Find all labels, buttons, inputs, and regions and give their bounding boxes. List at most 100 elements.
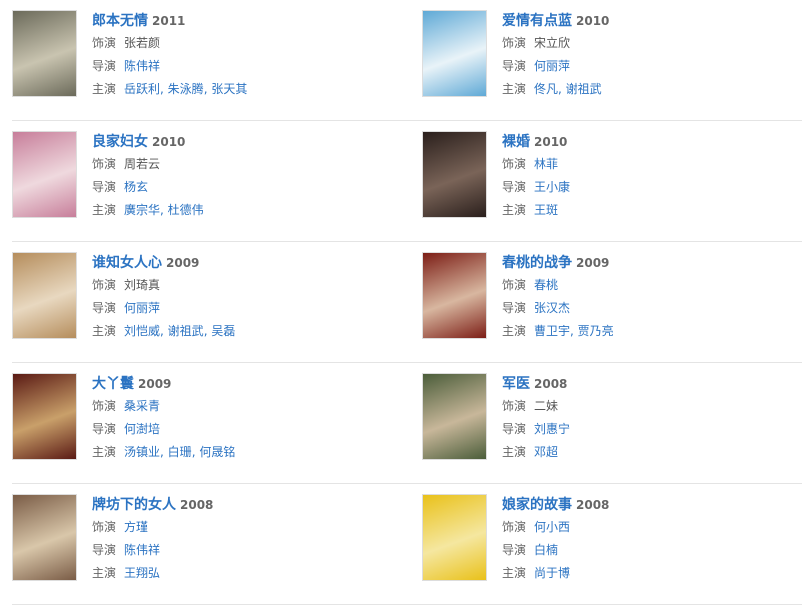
cast-member-link[interactable]: 白珊 [168, 445, 192, 459]
cast-member-link[interactable]: 汤镇业 [124, 445, 160, 459]
drama-info: 谁知女人心 2009 饰演 刘琦真 导演 何丽萍 主演 刘恺威, 谢祖武, 吴磊 [92, 252, 235, 343]
role-label: 饰演 [92, 399, 117, 413]
cast-member-link[interactable]: 杜德伟 [168, 203, 204, 217]
cast-member-link[interactable]: 何晟铭 [199, 445, 235, 459]
poster-image[interactable] [422, 252, 487, 339]
poster-image[interactable] [422, 494, 487, 581]
title-line: 谁知女人心 2009 [92, 252, 235, 274]
cast-member-link[interactable]: 邓超 [534, 445, 558, 459]
cast-member-link[interactable]: 岳跃利 [124, 82, 160, 96]
role-value[interactable]: 春桃 [534, 278, 558, 292]
director-line: 导演 陈伟祥 [92, 55, 247, 78]
cast-member-link[interactable]: 佟凡 [534, 82, 558, 96]
poster-image[interactable] [422, 131, 487, 218]
drama-year: 2010 [152, 135, 186, 149]
role-value[interactable]: 方瑾 [124, 520, 148, 534]
director-label: 导演 [92, 301, 117, 315]
cast-label: 主演 [92, 82, 117, 96]
role-label: 饰演 [502, 399, 527, 413]
role-value[interactable]: 林菲 [534, 157, 558, 171]
drama-title-link[interactable]: 谁知女人心 [92, 255, 162, 271]
role-value[interactable]: 何小西 [534, 520, 570, 534]
cast-member-link[interactable]: 谢祖武 [168, 324, 204, 338]
cast-member-link[interactable]: 贾乃亮 [578, 324, 614, 338]
cast-label: 主演 [502, 203, 527, 217]
director-link[interactable]: 何丽萍 [124, 301, 160, 315]
director-line: 导演 张汉杰 [502, 297, 614, 320]
list-row: 谁知女人心 2009 饰演 刘琦真 导演 何丽萍 主演 刘恺威, 谢祖武, 吴磊 春桃的战争 20… [12, 242, 802, 363]
cast-member-link[interactable]: 吴磊 [211, 324, 235, 338]
director-link[interactable]: 陈伟祥 [124, 543, 160, 557]
director-link[interactable]: 张汉杰 [534, 301, 570, 315]
director-link[interactable]: 杨玄 [124, 180, 148, 194]
drama-title-link[interactable]: 郎本无情 [92, 13, 148, 29]
poster-image[interactable] [422, 10, 487, 97]
drama-info: 大丫鬟 2009 饰演 桑采青 导演 何澍培 主演 汤镇业, 白珊, 何晟铭 [92, 373, 235, 464]
drama-title-link[interactable]: 春桃的战争 [502, 255, 572, 271]
drama-card: 爱情有点蓝 2010 饰演 宋立欣 导演 何丽萍 主演 佟凡, 谢祖武 [422, 0, 792, 121]
cast-line: 主演 邓超 [502, 441, 570, 464]
role-label: 饰演 [92, 157, 117, 171]
cast-member-link[interactable]: 王斑 [534, 203, 558, 217]
role-line: 饰演 刘琦真 [92, 274, 235, 297]
director-label: 导演 [502, 180, 527, 194]
cast-member-link[interactable]: 谢祖武 [566, 82, 602, 96]
role-line: 饰演 林菲 [502, 153, 570, 176]
drama-title-link[interactable]: 大丫鬟 [92, 376, 134, 392]
drama-title-link[interactable]: 牌坊下的女人 [92, 497, 176, 513]
cast-separator: , [160, 324, 168, 338]
drama-title-link[interactable]: 军医 [502, 376, 530, 392]
director-label: 导演 [502, 422, 527, 436]
cast-member-link[interactable]: 朱泳腾 [168, 82, 204, 96]
director-line: 导演 何丽萍 [502, 55, 609, 78]
drama-title-link[interactable]: 娘家的故事 [502, 497, 572, 513]
role-value: 周若云 [124, 157, 161, 171]
poster-image[interactable] [12, 10, 77, 97]
director-label: 导演 [502, 301, 527, 315]
cast-label: 主演 [502, 445, 527, 459]
director-link[interactable]: 刘惠宁 [534, 422, 570, 436]
role-line: 饰演 周若云 [92, 153, 204, 176]
role-value[interactable]: 桑采青 [124, 399, 160, 413]
role-line: 饰演 张若颜 [92, 32, 247, 55]
drama-title-link[interactable]: 良家妇女 [92, 134, 148, 150]
title-line: 郎本无情 2011 [92, 10, 247, 32]
cast-line: 主演 曹卫宇, 贾乃亮 [502, 320, 614, 343]
poster-image[interactable] [12, 373, 77, 460]
poster-image[interactable] [422, 373, 487, 460]
drama-info: 春桃的战争 2009 饰演 春桃 导演 张汉杰 主演 曹卫宇, 贾乃亮 [502, 252, 614, 343]
cast-member-link[interactable]: 曹卫宇 [534, 324, 570, 338]
director-label: 导演 [502, 543, 527, 557]
role-value: 二妹 [534, 399, 559, 413]
drama-card: 牌坊下的女人 2008 饰演 方瑾 导演 陈伟祥 主演 王翔弘 [12, 484, 382, 605]
role-line: 饰演 宋立欣 [502, 32, 609, 55]
director-link[interactable]: 陈伟祥 [124, 59, 160, 73]
director-link[interactable]: 何丽萍 [534, 59, 570, 73]
poster-image[interactable] [12, 252, 77, 339]
role-line: 饰演 桑采青 [92, 395, 235, 418]
poster-image[interactable] [12, 131, 77, 218]
cast-separator: , [160, 82, 168, 96]
director-link[interactable]: 白楠 [534, 543, 558, 557]
director-link[interactable]: 王小康 [534, 180, 570, 194]
drama-title-link[interactable]: 爱情有点蓝 [502, 13, 572, 29]
drama-info: 军医 2008 饰演 二妹 导演 刘惠宁 主演 邓超 [502, 373, 570, 464]
drama-card: 良家妇女 2010 饰演 周若云 导演 杨玄 主演 廣宗华, 杜德伟 [12, 121, 382, 242]
cast-separator: , [558, 82, 566, 96]
cast-member-link[interactable]: 廣宗华 [124, 203, 160, 217]
director-line: 导演 陈伟祥 [92, 539, 213, 562]
drama-title-link[interactable]: 裸婚 [502, 134, 530, 150]
cast-member-link[interactable]: 尚于博 [534, 566, 570, 580]
drama-info: 娘家的故事 2008 饰演 何小西 导演 白楠 主演 尚于博 [502, 494, 609, 585]
cast-line: 主演 廣宗华, 杜德伟 [92, 199, 204, 222]
title-line: 大丫鬟 2009 [92, 373, 235, 395]
role-value: 宋立欣 [534, 36, 571, 50]
cast-member-link[interactable]: 王翔弘 [124, 566, 160, 580]
cast-member-link[interactable]: 刘恺威 [124, 324, 160, 338]
role-value: 刘琦真 [124, 278, 161, 292]
role-label: 饰演 [92, 278, 117, 292]
cast-member-link[interactable]: 张天其 [211, 82, 247, 96]
list-row: 牌坊下的女人 2008 饰演 方瑾 导演 陈伟祥 主演 王翔弘 娘家的故事 2008 饰演 何小西 导演… [12, 484, 802, 605]
director-link[interactable]: 何澍培 [124, 422, 160, 436]
poster-image[interactable] [12, 494, 77, 581]
